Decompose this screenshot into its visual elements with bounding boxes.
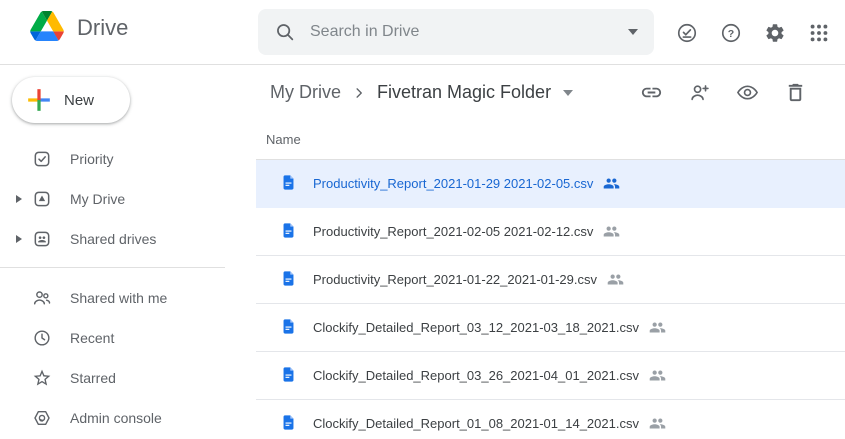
- svg-text:?: ?: [728, 27, 734, 39]
- file-name: Productivity_Report_2021-02-05 2021-02-1…: [313, 224, 593, 239]
- shared-people-icon: [649, 319, 666, 336]
- priority-checkbox-icon: [32, 149, 52, 169]
- shared-people-icon: [649, 367, 666, 384]
- shared-drives-icon: [32, 229, 52, 249]
- sidebar-item-recent[interactable]: Recent: [0, 318, 256, 358]
- csv-file-icon: [280, 270, 297, 289]
- selection-actions: [639, 65, 807, 120]
- search-options-caret-icon[interactable]: [628, 29, 638, 35]
- file-name: Productivity_Report_2021-01-22_2021-01-2…: [313, 272, 597, 287]
- folder-menu-caret-icon[interactable]: [563, 90, 573, 96]
- drive-home-link[interactable]: Drive: [30, 12, 128, 44]
- star-icon: [32, 368, 52, 388]
- breadcrumb-my-drive[interactable]: My Drive: [270, 82, 341, 103]
- sidebar: New Priority: [0, 65, 256, 439]
- my-drive-icon: [32, 189, 52, 209]
- folder-toolbar: My Drive Fivetran Magic Folder: [256, 65, 845, 120]
- drive-logo-icon: [30, 11, 64, 46]
- search-icon[interactable]: [274, 21, 296, 43]
- app-title: Drive: [77, 15, 128, 41]
- preview-eye-icon[interactable]: [735, 81, 759, 105]
- file-name: Clockify_Detailed_Report_03_26_2021-04_0…: [313, 368, 639, 383]
- shared-with-me-icon: [32, 288, 52, 308]
- google-apps-grid-icon[interactable]: [807, 21, 831, 45]
- shared-people-icon: [607, 271, 624, 288]
- recent-clock-icon: [32, 328, 52, 348]
- breadcrumb-chevron-icon: [350, 84, 368, 102]
- sidebar-divider: [0, 267, 225, 268]
- settings-gear-icon[interactable]: [763, 21, 787, 45]
- sidebar-item-priority[interactable]: Priority: [0, 139, 256, 179]
- sidebar-nav: Priority My Drive: [0, 139, 256, 438]
- search-placeholder: Search in Drive: [310, 23, 628, 41]
- offline-status-icon[interactable]: [675, 21, 699, 45]
- new-button-label: New: [64, 92, 94, 109]
- expand-arrow-icon[interactable]: [16, 235, 22, 243]
- file-name: Clockify_Detailed_Report_01_08_2021-01_1…: [313, 416, 639, 431]
- admin-console-icon: [32, 408, 52, 428]
- file-row[interactable]: Productivity_Report_2021-01-29 2021-02-0…: [256, 160, 845, 208]
- file-row[interactable]: Productivity_Report_2021-01-22_2021-01-2…: [256, 256, 845, 304]
- expand-arrow-icon[interactable]: [16, 195, 22, 203]
- column-header-name[interactable]: Name: [256, 120, 845, 160]
- csv-file-icon: [280, 414, 297, 433]
- file-row[interactable]: Clockify_Detailed_Report_03_12_2021-03_1…: [256, 304, 845, 352]
- shared-people-icon: [603, 175, 620, 192]
- help-icon[interactable]: ?: [719, 21, 743, 45]
- plus-icon: [26, 87, 52, 113]
- file-row[interactable]: Productivity_Report_2021-02-05 2021-02-1…: [256, 208, 845, 256]
- csv-file-icon: [280, 222, 297, 241]
- sidebar-item-starred[interactable]: Starred: [0, 358, 256, 398]
- sidebar-item-my-drive[interactable]: My Drive: [0, 179, 256, 219]
- get-link-icon[interactable]: [639, 81, 663, 105]
- breadcrumb-current-folder[interactable]: Fivetran Magic Folder: [377, 82, 551, 103]
- shared-people-icon: [603, 223, 620, 240]
- csv-file-icon: [280, 366, 297, 385]
- new-button[interactable]: New: [12, 77, 130, 123]
- file-name: Clockify_Detailed_Report_03_12_2021-03_1…: [313, 320, 639, 335]
- sidebar-item-shared-with-me[interactable]: Shared with me: [0, 278, 256, 318]
- csv-file-icon: [280, 318, 297, 337]
- file-row[interactable]: Clockify_Detailed_Report_01_08_2021-01_1…: [256, 400, 845, 439]
- file-row[interactable]: Clockify_Detailed_Report_03_26_2021-04_0…: [256, 352, 845, 400]
- search-input[interactable]: Search in Drive: [258, 9, 654, 55]
- shared-people-icon: [649, 415, 666, 432]
- sidebar-item-admin-console[interactable]: Admin console: [0, 398, 256, 438]
- csv-file-icon: [280, 174, 297, 193]
- trash-icon[interactable]: [783, 81, 807, 105]
- main-content: My Drive Fivetran Magic Folder: [256, 65, 845, 439]
- app-header: Drive Search in Drive ?: [0, 0, 845, 65]
- sidebar-item-shared-drives[interactable]: Shared drives: [0, 219, 256, 259]
- add-people-icon[interactable]: [687, 81, 711, 105]
- breadcrumb: My Drive Fivetran Magic Folder: [270, 82, 573, 103]
- header-actions: ?: [675, 0, 831, 65]
- file-list: Productivity_Report_2021-01-29 2021-02-0…: [256, 160, 845, 439]
- google-drive-window: Drive Search in Drive ?: [0, 0, 845, 439]
- file-name: Productivity_Report_2021-01-29 2021-02-0…: [313, 176, 593, 191]
